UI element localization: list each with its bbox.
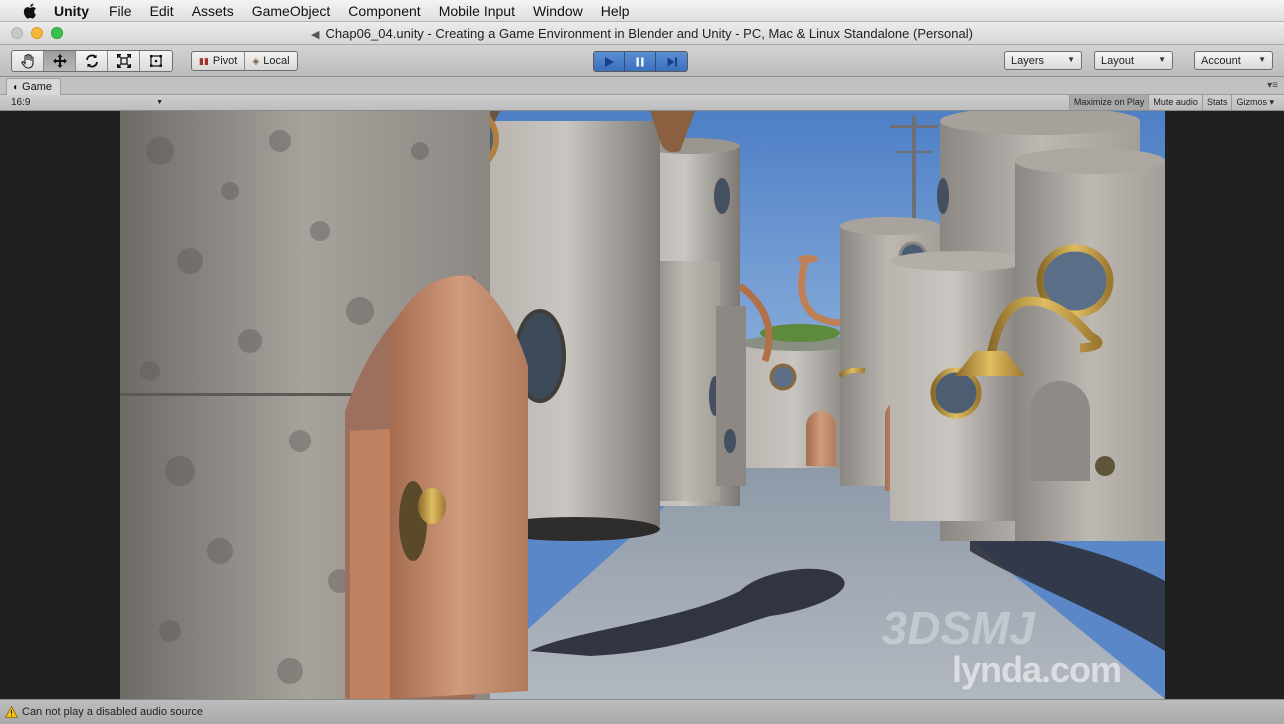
game-view-toolbar: 16:9 ▼ Maximize on Play Mute audio Stats … [0,95,1284,111]
menu-help[interactable]: Help [601,3,630,19]
menu-app-unity[interactable]: Unity [54,3,89,19]
tab-options-icon[interactable]: ▾≡ [1267,80,1278,91]
scene-document-icon: ◀ [311,29,320,41]
menu-component[interactable]: Component [348,3,420,19]
window-title: ◀ Chap06_04.unity - Creating a Game Envir… [0,26,1284,41]
play-button[interactable] [594,52,625,71]
game-viewport[interactable]: 3DSMJ lynda.com [0,111,1284,699]
pivot-toggle-group: ▮▮ Pivot ◈ Local [191,51,298,71]
site-watermark: 3DSMJ [881,602,1035,654]
status-message: Can not play a disabled audio source [22,706,204,718]
game-tab-label: Game [22,81,53,93]
rect-transform-icon [150,55,162,67]
layers-dropdown[interactable]: Layers ▼ [1004,51,1082,70]
pivot-button[interactable]: ▮▮ Pivot [192,52,246,70]
transform-tools [11,50,173,72]
chevron-down-icon: ▼ [1158,55,1166,64]
rotate-tool-button[interactable] [76,51,108,71]
menu-window[interactable]: Window [533,3,583,19]
chevron-down-icon: ▼ [1067,55,1075,64]
lynda-watermark: lynda.com [951,649,1122,690]
gizmos-dropdown[interactable]: Gizmos ▾ [1231,95,1278,110]
menu-bar: Unity File Edit Assets GameObject Compon… [0,0,1284,22]
gizmos-label: Gizmos [1236,97,1267,107]
status-bar[interactable]: Can not play a disabled audio source [0,699,1284,724]
local-cube-icon: ◈ [252,55,260,66]
menu-file[interactable]: File [109,3,132,19]
chevron-down-icon: ▼ [1258,55,1266,64]
warning-icon [5,706,18,718]
playback-controls [593,51,688,72]
step-button[interactable] [656,52,687,71]
game-tab-bar: ◖ Game ▾≡ [0,77,1284,95]
layers-label: Layers [1011,54,1045,67]
aspect-ratio-dropdown[interactable]: 16:9 ▼ [6,96,166,110]
pause-icon [636,57,644,66]
scale-icon [116,54,131,68]
play-icon [605,56,614,67]
mute-audio-toggle[interactable]: Mute audio [1148,95,1202,110]
rect-tool-button[interactable] [140,51,172,71]
chevron-down-icon: ▼ [156,99,163,106]
tab-game[interactable]: ◖ Game [6,78,62,95]
pause-button[interactable] [625,52,656,71]
pivot-icon: ▮▮ [199,55,209,66]
menu-gameobject[interactable]: GameObject [252,3,331,19]
menu-edit[interactable]: Edit [150,3,174,19]
apple-icon[interactable] [20,3,40,19]
layout-label: Layout [1101,54,1135,67]
window-title-text: Chap06_04.unity - Creating a Game Enviro… [325,26,973,41]
hand-tool-button[interactable] [12,51,44,71]
step-forward-icon [667,57,677,66]
account-label: Account [1201,54,1241,67]
menu-assets[interactable]: Assets [192,3,234,19]
pivot-label: Pivot [212,55,238,67]
aspect-ratio-value: 16:9 [11,97,31,108]
rotate-icon [85,54,98,68]
scale-tool-button[interactable] [108,51,140,71]
layout-dropdown[interactable]: Layout ▼ [1094,51,1173,70]
maximize-on-play-toggle[interactable]: Maximize on Play [1068,95,1149,110]
menu-mobile-input[interactable]: Mobile Input [439,3,515,19]
game-view-options: Maximize on Play Mute audio Stats Gizmos… [1068,95,1278,111]
move-arrows-icon [52,54,67,68]
hand-icon [20,53,34,69]
account-dropdown[interactable]: Account ▼ [1194,51,1273,70]
pacman-game-icon: ◖ [12,81,19,93]
move-tool-button[interactable] [44,51,76,71]
main-toolbar: ▮▮ Pivot ◈ Local Layers ▼ Layout ▼ Account ▼ [0,45,1284,77]
window-title-bar: ◀ Chap06_04.unity - Creating a Game Envir… [0,22,1284,45]
game-scene-render[interactable]: 3DSMJ lynda.com [120,111,1165,699]
local-label: Local [263,55,290,67]
local-button[interactable]: ◈ Local [245,52,296,70]
stats-toggle[interactable]: Stats [1201,95,1232,110]
